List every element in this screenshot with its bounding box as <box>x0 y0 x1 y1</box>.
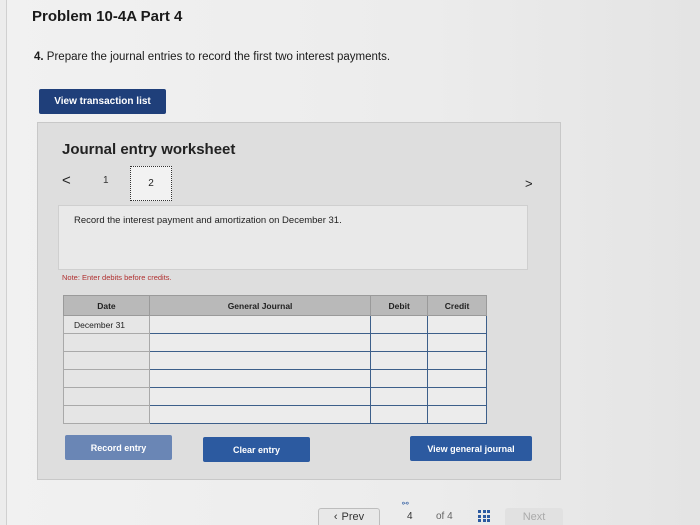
grid-icon[interactable] <box>478 510 490 522</box>
credit-input[interactable] <box>427 405 487 424</box>
credit-input[interactable] <box>427 315 487 334</box>
grid-icon-dot <box>478 514 481 518</box>
general-journal-input[interactable] <box>148 351 372 370</box>
header-date: Date <box>63 295 150 316</box>
current-page[interactable]: 4 <box>407 511 413 522</box>
date-cell: December 31 <box>63 315 150 334</box>
entry-description: Record the interest payment and amortiza… <box>74 215 342 226</box>
header-debit: Debit <box>370 295 429 316</box>
date-cell <box>63 369 150 388</box>
header-general-journal: General Journal <box>148 295 372 316</box>
debits-before-credits-note: Note: Enter debits before credits. <box>62 273 172 282</box>
grid-icon-dot <box>478 510 481 513</box>
page-total: of 4 <box>436 511 453 522</box>
view-general-journal-button[interactable]: View general journal <box>410 436 532 461</box>
table-row <box>63 405 487 424</box>
chevron-right-icon[interactable]: > <box>525 176 533 191</box>
table-row: December 31 <box>63 315 487 334</box>
prev-button[interactable]: ‹ Prev <box>318 508 380 525</box>
debit-input[interactable] <box>370 315 429 334</box>
grid-icon-dot <box>482 519 486 522</box>
record-entry-button[interactable]: Record entry <box>65 435 172 460</box>
general-journal-input[interactable] <box>148 369 372 388</box>
grid-icon-dot <box>482 510 486 513</box>
date-cell <box>63 351 150 370</box>
credit-input[interactable] <box>427 387 487 406</box>
instruction: 4. Prepare the journal entries to record… <box>34 51 390 63</box>
debit-input[interactable] <box>370 351 429 370</box>
next-button[interactable]: Next <box>505 508 563 525</box>
date-cell <box>63 387 150 406</box>
debit-input[interactable] <box>370 405 429 424</box>
general-journal-input[interactable] <box>148 315 372 334</box>
chevron-left-icon[interactable]: < <box>62 172 71 189</box>
grid-icon-dot <box>487 514 490 518</box>
journal-table: Date General Journal Debit Credit Decemb… <box>63 295 487 424</box>
journal-header-row: Date General Journal Debit Credit <box>63 295 487 316</box>
debit-input[interactable] <box>370 387 429 406</box>
worksheet-tab-2[interactable]: 2 <box>130 166 172 201</box>
table-row <box>63 333 487 352</box>
link-icon: ⚯ <box>402 499 409 508</box>
grid-icon-dot <box>487 510 490 513</box>
credit-input[interactable] <box>427 333 487 352</box>
next-label: Next <box>522 510 546 523</box>
view-transaction-list-button[interactable]: View transaction list <box>39 89 166 114</box>
debit-input[interactable] <box>370 369 429 388</box>
credit-input[interactable] <box>427 369 487 388</box>
page: Problem 10-4A Part 4 4. Prepare the jour… <box>6 0 700 525</box>
table-row <box>63 369 487 388</box>
entry-description-box: Record the interest payment and amortiza… <box>58 205 528 270</box>
clear-entry-button[interactable]: Clear entry <box>203 437 310 462</box>
general-journal-input[interactable] <box>148 333 372 352</box>
page-title: Problem 10-4A Part 4 <box>32 8 183 25</box>
date-cell <box>63 333 150 352</box>
prev-label: Prev <box>341 511 365 523</box>
table-row <box>63 387 487 406</box>
grid-icon-dot <box>482 514 486 518</box>
grid-icon-dot <box>487 519 490 522</box>
credit-input[interactable] <box>427 351 487 370</box>
header-credit: Credit <box>427 295 487 316</box>
journal-entry-worksheet: Journal entry worksheet < 1 2 > Record t… <box>37 122 561 480</box>
date-cell <box>63 405 150 424</box>
worksheet-tab-2-label: 2 <box>148 178 154 189</box>
table-row <box>63 351 487 370</box>
general-journal-input[interactable] <box>148 387 372 406</box>
instruction-text: Prepare the journal entries to record th… <box>46 51 391 63</box>
instruction-number: 4. <box>34 51 44 63</box>
general-journal-input[interactable] <box>148 405 372 424</box>
worksheet-title: Journal entry worksheet <box>62 141 236 158</box>
chevron-left-icon: ‹ <box>333 511 338 523</box>
debit-input[interactable] <box>370 333 429 352</box>
worksheet-tab-1[interactable]: 1 <box>103 175 109 186</box>
grid-icon-dot <box>478 519 481 522</box>
pagination-footer: ‹ Prev ⚯ 4 of 4 Next <box>0 499 700 525</box>
